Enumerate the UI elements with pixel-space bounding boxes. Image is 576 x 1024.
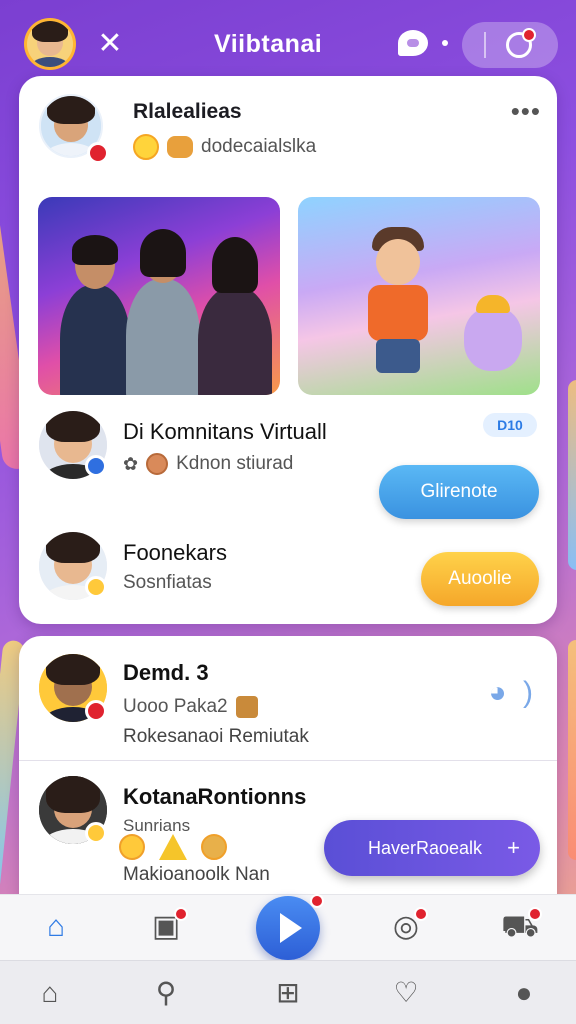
author-avatar[interactable] <box>39 94 109 164</box>
home-icon[interactable]: ⌂ <box>36 907 76 947</box>
community-subtitle: ✿ Kdnon stiurad <box>123 453 293 475</box>
feed-item-line2: Makioanoolk Nan <box>123 864 270 885</box>
user-avatar[interactable] <box>24 18 76 70</box>
box-icon <box>235 696 258 718</box>
chat-icon[interactable] <box>398 30 428 56</box>
feed-item-avatar[interactable] <box>39 654 107 722</box>
nav-badge <box>414 907 428 921</box>
member-subtitle: Sosnfiatas <box>123 572 212 593</box>
status-badge <box>85 700 107 722</box>
system-nav: ⌂ ⚲ ⊞ ♡ ● <box>0 960 576 1024</box>
decor-streak <box>568 640 576 860</box>
member-action-button[interactable]: Auoolie <box>421 552 539 606</box>
community-tag: D10 <box>483 413 537 437</box>
community-avatar[interactable] <box>39 411 107 479</box>
group-icon: ✿ <box>123 453 139 474</box>
feed-item-avatar[interactable] <box>39 776 107 844</box>
smile-emoji-icon <box>133 134 159 160</box>
post-photo-cartoon[interactable] <box>298 197 540 395</box>
post-photo-friends[interactable] <box>38 197 280 395</box>
post-author-name[interactable]: Rlalealieas <box>133 100 242 124</box>
feed-item-line1-text: Uooo Paka2 <box>123 696 228 717</box>
notification-pill[interactable] <box>462 22 558 68</box>
community-action-button[interactable]: Glirenote <box>379 465 539 519</box>
feed-item-line2: Rokesanaoi Remiutak <box>123 726 309 747</box>
member-avatar[interactable] <box>39 532 107 600</box>
decor-streak <box>568 380 576 570</box>
message-icon[interactable]: ♡ <box>386 973 426 1013</box>
play-button[interactable] <box>256 896 320 960</box>
feed-item-name: Demd. 3 <box>123 660 209 685</box>
feed-item-line1: Sunrians <box>123 816 191 835</box>
add-icon[interactable]: ⊞ <box>268 973 308 1013</box>
nav-badge <box>174 907 188 921</box>
member-name: Foonekars <box>123 540 227 565</box>
feed-item-name: KotanaRontionns <box>123 784 307 809</box>
grin-emoji-icon <box>201 834 227 860</box>
post-subtitle: dodecaialslka <box>133 134 316 160</box>
verified-badge <box>85 455 107 477</box>
play-badge <box>310 894 324 908</box>
divider <box>19 760 557 761</box>
status-badge <box>87 142 109 164</box>
home-outline-icon[interactable]: ⌂ <box>30 973 70 1013</box>
avatar-emoji-icon <box>146 453 169 475</box>
notification-badge <box>522 28 536 42</box>
feed-item-line1: Uooo Paka2 <box>123 696 258 718</box>
top-bar: ✕ Viibtanai <box>0 0 576 80</box>
floating-action-button[interactable]: HaverRaoealk + <box>324 820 540 876</box>
nav-badge <box>528 907 542 921</box>
shuffle-icon[interactable]: ✕ <box>92 26 128 62</box>
status-badge <box>85 822 107 844</box>
post-card: Rlalealieas dodecaialslka ••• Di Komnita… <box>19 76 557 624</box>
fab-label: HaverRaoealk <box>368 838 483 858</box>
creature-emoji-icon <box>167 136 193 158</box>
star-emoji-icon <box>159 834 187 860</box>
post-subtitle-text: dodecaialslka <box>201 136 317 157</box>
community-title: Di Komnitans Virtuall <box>123 419 327 444</box>
reaction-emojis <box>119 834 227 860</box>
member-badge <box>85 576 107 598</box>
search-icon[interactable]: ⚲ <box>146 973 186 1013</box>
profile-icon[interactable]: ● <box>504 973 544 1013</box>
smile-emoji-icon <box>119 834 145 860</box>
dot-icon <box>442 40 448 46</box>
more-options-icon[interactable]: ••• <box>511 96 541 127</box>
audio-icon[interactable]: ◕ ) <box>489 676 537 710</box>
app-title: Viibtanai <box>214 30 323 58</box>
community-subtitle-text: Kdnon stiurad <box>176 453 294 474</box>
plus-icon: + <box>507 835 520 860</box>
